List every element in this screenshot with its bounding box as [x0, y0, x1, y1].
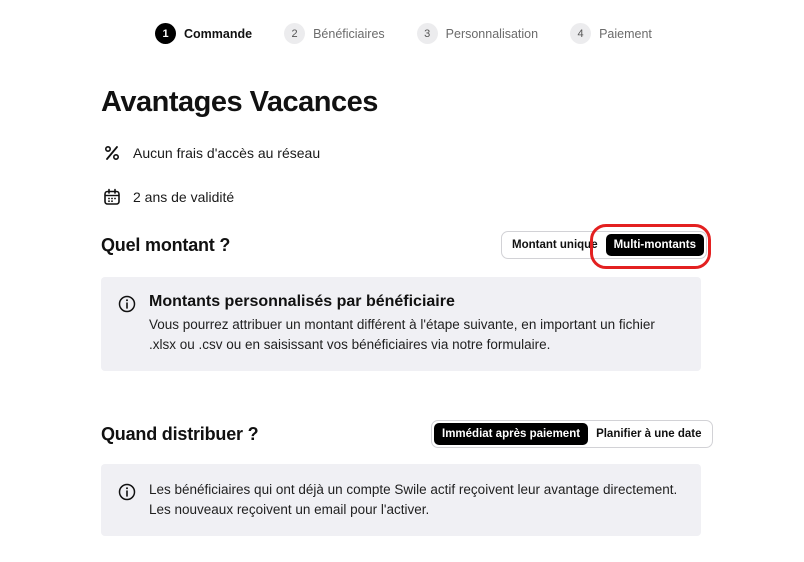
immediate-option[interactable]: Immédiat après paiement — [434, 423, 589, 445]
step-number: 4 — [570, 23, 592, 44]
schedule-option[interactable]: Planifier à une date — [588, 423, 709, 445]
step-label: Commande — [184, 26, 253, 41]
percent-icon — [101, 142, 123, 164]
info-text: Vous pourrez attribuer un montant différ… — [149, 317, 655, 352]
step-label: Personnalisation — [445, 26, 539, 41]
info-icon — [118, 483, 136, 501]
calendar-icon — [101, 186, 123, 208]
step-label: Bénéficiaires — [313, 26, 385, 41]
step-personnalisation[interactable]: 3 Personnalisation — [416, 23, 539, 44]
page-title: Avantages Vacances — [101, 86, 378, 118]
step-number: 3 — [416, 23, 438, 44]
feature-no-fees: Aucun frais d'accès au réseau — [101, 142, 320, 164]
feature-label: Aucun frais d'accès au réseau — [133, 145, 321, 161]
info-text: Les bénéficiaires qui ont déjà un compte… — [149, 482, 678, 517]
step-beneficiaires[interactable]: 2 Bénéficiaires — [284, 23, 385, 44]
step-commande[interactable]: 1 Commande — [155, 23, 252, 44]
step-paiement[interactable]: 4 Paiement — [570, 23, 652, 44]
distribution-info-box: Les bénéficiaires qui ont déjà un compte… — [101, 464, 701, 536]
distribution-mode-toggle: Immédiat après paiement Planifier à une … — [431, 420, 713, 448]
feature-validity: 2 ans de validité — [101, 186, 234, 208]
step-label: Paiement — [599, 26, 652, 41]
amount-section-title: Quel montant ? — [101, 235, 231, 255]
feature-label: 2 ans de validité — [133, 189, 235, 205]
distribution-section-title: Quand distribuer ? — [101, 424, 259, 444]
info-icon — [118, 295, 136, 313]
info-heading: Montants personnalisés par bénéficiaire — [149, 293, 455, 310]
amount-info-box: Montants personnalisés par bénéficiaire … — [101, 277, 701, 371]
step-number: 1 — [155, 23, 176, 44]
highlight-annotation — [590, 224, 711, 269]
step-number: 2 — [284, 23, 306, 44]
checkout-stepper: 1 Commande 2 Bénéficiaires 3 Personnalis… — [155, 23, 652, 44]
